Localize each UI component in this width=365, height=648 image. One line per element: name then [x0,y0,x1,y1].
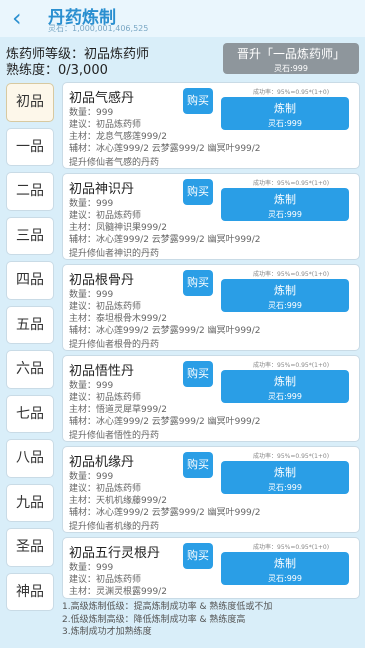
pill-card: 初品气感丹 数量：999 建议：初品炼药师 主材：龙息气感莲999/2 辅材：冰… [62,82,360,169]
grade-tabs: 初品 一品 二品 三品 四品 五品 六品 七品 八品 九品 圣品 神品 [6,83,54,617]
tab-grade[interactable]: 一品 [6,127,54,166]
upgrade-label: 晋升「一品炼药师」 [236,47,345,61]
success-rate: 成功率：95%=0.95*(1+0) [253,453,330,460]
success-rate: 成功率：95%=0.95*(1+0) [253,89,330,96]
craft-label: 炼制 [274,375,296,388]
craft-label: 炼制 [274,557,296,570]
craft-button[interactable]: 炼制 灵石:999 [221,188,349,221]
craft-label: 炼制 [274,193,296,206]
craft-label: 炼制 [274,466,296,479]
tab-grade[interactable]: 四品 [6,261,54,300]
tab-grade[interactable]: 九品 [6,483,54,522]
pill-aux-material: 辅材：冰心莲999/2 云梦露999/2 幽冥叶999/2 [69,417,261,427]
pill-name: 初品五行灵根丹 [69,546,161,561]
lingshi-balance: 灵石：1,000,001,406,525 [48,24,149,33]
tab-grade[interactable]: 六品 [6,350,54,389]
craft-cost: 灵石:999 [268,119,302,128]
pill-name: 初品机缘丹 [69,455,135,470]
chevron-left-icon[interactable]: ‹ [12,6,22,30]
note-line: 1.高级炼制低级：提高炼制成功率 & 熟练度低或不加 [62,602,273,612]
pill-card: 初品五行灵根丹 数量：999 建议：初品炼药师 主材：灵渊灵根露999/2 购买… [62,537,360,599]
tab-grade[interactable]: 三品 [6,216,54,255]
pill-main-material: 主材：灵渊灵根露999/2 [69,587,167,597]
pill-desc: 提升修仙者机缘的丹药 [69,522,160,532]
pill-desc: 提升修仙者气感的丹药 [69,158,160,168]
pill-card: 初品根骨丹 数量：999 建议：初品炼药师 主材：泰坦根骨木999/2 辅材：冰… [62,264,360,351]
craft-button[interactable]: 炼制 灵石:999 [221,279,349,312]
pill-name: 初品神识丹 [69,182,135,197]
craft-label: 炼制 [274,102,296,115]
pill-name: 初品悟性丹 [69,364,135,379]
tab-grade[interactable]: 八品 [6,439,54,478]
pill-desc: 提升修仙者神识的丹药 [69,249,160,259]
crafting-notes: 1.高级炼制低级：提高炼制成功率 & 熟练度低或不加 2.低级炼制高级：降低炼制… [62,601,272,639]
tab-grade[interactable]: 五品 [6,305,54,344]
craft-button[interactable]: 炼制 灵石:999 [221,552,349,585]
pill-aux-material: 辅材：冰心莲999/2 云梦露999/2 幽冥叶999/2 [69,326,261,336]
buy-button[interactable]: 购买 [183,361,213,387]
craft-cost: 灵石:999 [268,574,302,583]
tab-grade[interactable]: 神品 [6,572,54,611]
tab-grade[interactable]: 初品 [6,83,54,122]
upgrade-cost: 灵石:999 [274,64,308,73]
buy-button[interactable]: 购买 [183,452,213,478]
buy-button[interactable]: 购买 [183,543,213,569]
tab-grade[interactable]: 七品 [6,394,54,433]
success-rate: 成功率：95%=0.95*(1+0) [253,271,330,278]
buy-button[interactable]: 购买 [183,179,213,205]
note-line: 2.低级炼制高级：降低炼制成功率 & 熟练度高 [62,614,246,625]
success-rate: 成功率：95%=0.95*(1+0) [253,544,330,551]
pill-card: 初品神识丹 数量：999 建议：初品炼药师 主材：凤髓神识果999/2 辅材：冰… [62,173,360,260]
pill-desc: 提升修仙者悟性的丹药 [69,431,160,441]
craft-cost: 灵石:999 [268,301,302,310]
craft-cost: 灵石:999 [268,210,302,219]
pill-desc: 提升修仙者根骨的丹药 [69,340,160,350]
tab-grade[interactable]: 圣品 [6,528,54,567]
pill-aux-material: 辅材：冰心莲999/2 云梦露999/2 幽冥叶999/2 [69,144,261,154]
pill-name: 初品根骨丹 [69,273,135,288]
pill-aux-material: 辅材：冰心莲999/2 云梦露999/2 幽冥叶999/2 [69,235,261,245]
tab-grade[interactable]: 二品 [6,172,54,211]
header-bar: ‹ 丹药炼制 灵石：1,000,001,406,525 [0,0,365,37]
craft-button[interactable]: 炼制 灵石:999 [221,370,349,403]
pill-aux-material: 辅材：冰心莲999/2 云梦露999/2 幽冥叶999/2 [69,508,261,518]
buy-button[interactable]: 购买 [183,270,213,296]
success-rate: 成功率：95%=0.95*(1+0) [253,180,330,187]
craft-label: 炼制 [274,284,296,297]
craft-cost: 灵石:999 [268,392,302,401]
pill-name: 初品气感丹 [69,91,135,106]
craft-cost: 灵石:999 [268,483,302,492]
success-rate: 成功率：95%=0.95*(1+0) [253,362,330,369]
craft-button[interactable]: 炼制 灵石:999 [221,97,349,130]
pill-card: 初品悟性丹 数量：999 建议：初品炼药师 主材：悟道灵犀草999/2 辅材：冰… [62,355,360,442]
upgrade-button[interactable]: 晋升「一品炼药师」 灵石:999 [223,43,359,74]
buy-button[interactable]: 购买 [183,88,213,114]
pill-card: 初品机缘丹 数量：999 建议：初品炼药师 主材：天机机缘藤999/2 辅材：冰… [62,446,360,533]
craft-button[interactable]: 炼制 灵石:999 [221,461,349,494]
note-line: 3.炼制成功才加熟练度 [62,627,152,637]
proficiency: 熟练度：0/3,000 [6,63,108,78]
